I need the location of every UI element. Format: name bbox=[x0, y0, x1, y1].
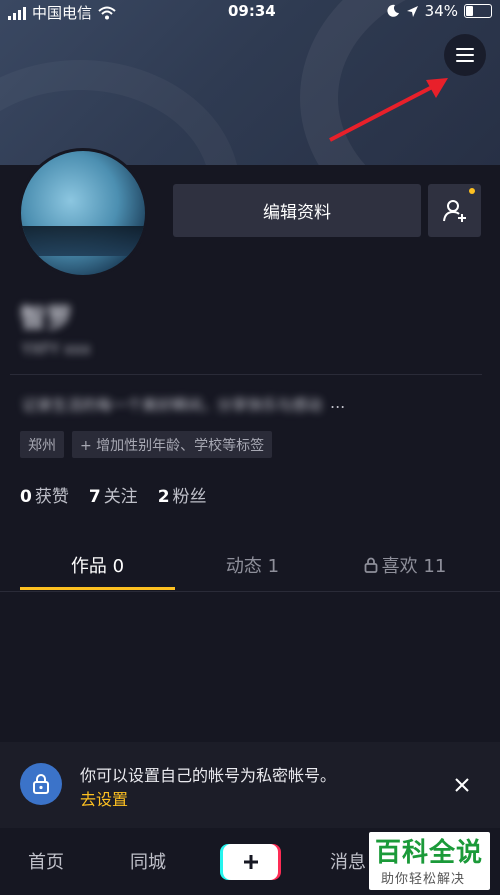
lock-icon bbox=[364, 557, 378, 573]
tab-activity[interactable]: 动态 1 bbox=[175, 540, 330, 590]
status-right: 34% bbox=[386, 2, 492, 20]
nav-messages[interactable]: 消息 bbox=[330, 848, 366, 874]
menu-button[interactable] bbox=[444, 34, 486, 76]
status-bar: 中国电信 09:34 34% bbox=[0, 0, 500, 24]
menu-icon-line bbox=[456, 60, 474, 62]
content-tabs: 作品 0 动态 1 喜欢 11 bbox=[0, 540, 500, 592]
stat-number: 2 bbox=[157, 487, 170, 507]
active-tab-indicator bbox=[20, 587, 175, 590]
stat-number: 7 bbox=[88, 487, 101, 507]
divider bbox=[10, 374, 482, 375]
tab-likes[interactable]: 喜欢 11 bbox=[330, 540, 480, 590]
watermark-subtitle: 助你轻松解决 bbox=[381, 872, 466, 887]
status-time: 09:34 bbox=[228, 2, 276, 20]
user-id: YXFY xxx bbox=[22, 340, 91, 358]
notification-dot bbox=[469, 188, 475, 194]
banner-decoration bbox=[300, 0, 500, 165]
stat-number: 0 bbox=[20, 487, 32, 507]
location-arrow-icon bbox=[406, 5, 418, 17]
add-info-tag[interactable]: + 增加性别年龄、学校等标签 bbox=[72, 431, 273, 458]
stat-label: 获赞 bbox=[34, 487, 69, 507]
close-icon bbox=[455, 778, 469, 792]
moon-icon bbox=[387, 4, 399, 17]
menu-icon-line bbox=[456, 54, 474, 56]
stats-row: 0 获赞 7 关注 2 粉丝 bbox=[20, 482, 207, 507]
menu-icon-line bbox=[456, 48, 474, 50]
bio-ellipsis: ... bbox=[330, 393, 346, 412]
battery-percent: 34% bbox=[424, 2, 458, 20]
tab-works[interactable]: 作品 0 bbox=[20, 540, 175, 590]
private-account-banner: 你可以设置自己的帐号为私密帐号。 去设置 bbox=[0, 742, 500, 828]
private-account-message: 你可以设置自己的帐号为私密帐号。 bbox=[80, 766, 337, 785]
stat-followers[interactable]: 2 粉丝 bbox=[158, 482, 207, 507]
carrier-label: 中国电信 bbox=[32, 4, 93, 22]
tab-likes-label: 喜欢 11 bbox=[381, 556, 447, 577]
nav-home[interactable]: 首页 bbox=[28, 848, 64, 874]
lock-icon bbox=[20, 763, 62, 805]
add-friend-icon bbox=[442, 199, 466, 222]
add-friend-button[interactable] bbox=[428, 184, 481, 237]
battery-icon bbox=[464, 4, 492, 18]
plus-icon bbox=[243, 855, 258, 869]
stat-following[interactable]: 7 关注 bbox=[89, 482, 138, 507]
signal-icon bbox=[8, 6, 26, 20]
go-settings-link[interactable]: 去设置 bbox=[80, 786, 128, 810]
battery-fill bbox=[466, 6, 473, 16]
avatar[interactable] bbox=[18, 148, 148, 278]
wifi-icon bbox=[98, 6, 116, 19]
close-button[interactable] bbox=[450, 773, 474, 797]
watermark-logo: 百科全说 助你轻松解决 bbox=[369, 832, 490, 890]
create-button[interactable] bbox=[223, 844, 278, 880]
bio: 记录生活的每一个美好瞬间，分享快乐与感动 bbox=[22, 396, 323, 414]
stat-label: 关注 bbox=[103, 487, 138, 507]
edit-profile-button[interactable]: 编辑资料 bbox=[173, 184, 421, 237]
stat-label: 粉丝 bbox=[172, 487, 207, 507]
watermark-title: 百科全说 bbox=[375, 838, 484, 868]
nav-city[interactable]: 同城 bbox=[130, 848, 166, 874]
username: 智罗 bbox=[20, 304, 73, 334]
status-left: 中国电信 bbox=[8, 2, 116, 23]
stat-likes[interactable]: 0 获赞 bbox=[20, 482, 69, 507]
divider bbox=[0, 591, 500, 592]
location-tag[interactable]: 郑州 bbox=[20, 431, 64, 458]
banner-decoration bbox=[0, 60, 240, 165]
profile-header-banner bbox=[0, 0, 500, 165]
